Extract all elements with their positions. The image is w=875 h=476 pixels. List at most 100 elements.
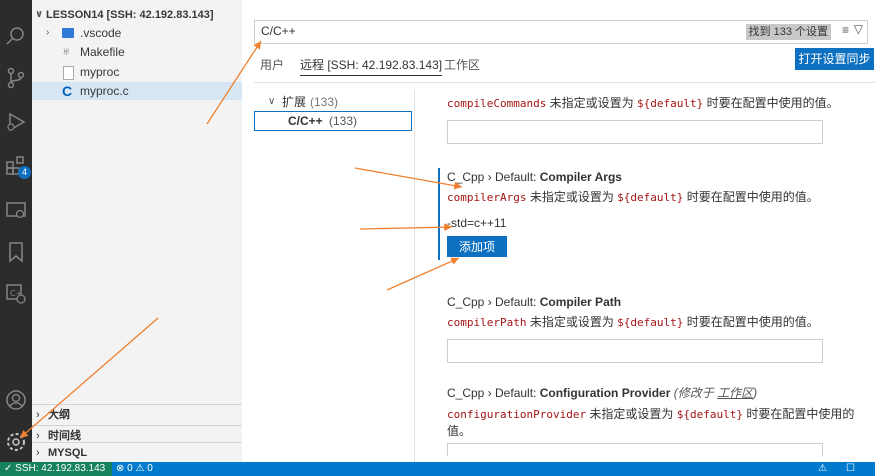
desc-text: 时要在配置中使用的	[742, 407, 855, 421]
setting-category: C_Cpp › Default:	[447, 170, 540, 184]
default-token: ${default}	[617, 316, 684, 329]
remote-label: SSH: 42.192.83.143	[15, 463, 106, 474]
setting-key: compileCommands	[447, 97, 547, 110]
toc-divider	[414, 90, 415, 462]
compile-commands-input[interactable]	[447, 120, 823, 144]
tree-item-myproc-c[interactable]: C myproc.c	[32, 82, 242, 100]
modified-in-note: (修改于 工作区)	[674, 386, 757, 400]
explorer-sidebar: ∨ LESSON14 [SSH: 42.192.83.143] › .vscod…	[32, 0, 242, 462]
desc-text: 未指定或设置为	[546, 96, 638, 110]
clear-filter-icon[interactable]: ≡	[842, 23, 849, 37]
setting-description: configurationProvider 未指定或设置为 ${default}…	[447, 406, 857, 439]
modified-text: (修改于	[673, 386, 718, 400]
tree-item-label: myproc.c	[80, 84, 129, 98]
tree-item-makefile[interactable]: ♅ Makefile	[32, 43, 242, 61]
vscode-folder-icon	[62, 28, 74, 38]
setting-key: compilerArgs	[447, 191, 527, 204]
toc-count: (133)	[310, 95, 339, 109]
section-label: 大纲	[48, 409, 70, 421]
run-debug-icon[interactable]	[4, 110, 28, 134]
desc-text: 时要在配置中使用的值。	[683, 190, 819, 204]
setting-title: C_Cpp › Default: Compiler Path	[447, 295, 857, 309]
setting-name: Compiler Args	[539, 170, 622, 184]
desc-text: 时要在配置中使用的值。	[683, 315, 819, 329]
remote-icon: ✓	[4, 463, 16, 474]
folder-label: LESSON14 [SSH: 42.192.83.143]	[46, 9, 214, 21]
remote-explorer-icon[interactable]	[4, 198, 28, 222]
tab-workspace[interactable]: 工作区	[444, 55, 480, 75]
makefile-icon: ♅	[62, 46, 71, 58]
chevron-down-icon: ∨	[268, 96, 276, 107]
activity-bar: 4 C+	[0, 0, 32, 462]
desc-text: 值。	[447, 424, 472, 438]
outline-section[interactable]: › 大纲	[32, 404, 242, 425]
file-icon	[63, 66, 74, 80]
setting-key: configurationProvider	[447, 408, 587, 421]
tree-item-label: myproc	[80, 65, 120, 79]
feedback-icon[interactable]: ☐	[846, 462, 855, 476]
setting-configuration-provider: C_Cpp › Default: Configuration Provider …	[447, 384, 857, 456]
bookmark-icon[interactable]	[4, 240, 28, 264]
modified-indicator	[438, 168, 440, 260]
default-token: ${default}	[676, 408, 743, 421]
desc-text: 未指定或设置为	[526, 315, 618, 329]
setting-compiler-path: C_Cpp › Default: Compiler Path compilerP…	[447, 295, 857, 363]
workspace-folder[interactable]: ∨ LESSON14 [SSH: 42.192.83.143]	[32, 6, 242, 24]
toc-label: 扩展	[282, 95, 307, 109]
desc-text: 时要在配置中使用的值。	[703, 96, 839, 110]
tree-item-myproc[interactable]: myproc	[32, 63, 242, 81]
toc-extensions[interactable]: ∨ 扩展 (133)	[254, 93, 412, 111]
cpp-extension-icon[interactable]: C+	[4, 282, 28, 306]
chevron-down-icon: ∨	[35, 9, 44, 20]
chevron-right-icon: ›	[46, 27, 50, 38]
toc-cpp[interactable]: C/C++ (133)	[254, 111, 412, 131]
desc-text: 未指定或设置为	[526, 190, 618, 204]
remote-indicator[interactable]: ✓ SSH: 42.192.83.143	[0, 462, 112, 476]
setting-description: compileCommands 未指定或设置为 ${default} 时要在配置…	[447, 95, 857, 112]
setting-category: C_Cpp › Default:	[447, 295, 540, 309]
c-file-icon: C	[62, 83, 73, 99]
section-label: MYSQL	[48, 447, 88, 459]
tree-item-vscode[interactable]: › .vscode	[32, 24, 242, 42]
setting-description: compilerPath 未指定或设置为 ${default} 时要在配置中使用…	[447, 314, 857, 331]
tab-user[interactable]: 用户	[260, 55, 284, 75]
search-query: C/C++	[261, 24, 296, 38]
chevron-right-icon: ›	[36, 409, 40, 421]
compiler-args-list-item[interactable]: -std=c++11	[447, 216, 857, 230]
settings-editor: C/C++ 找到 133 个设置 ≡ ▽ 用户 远程 [SSH: 42.192.…	[242, 0, 875, 462]
toc-count: (133)	[329, 114, 358, 128]
add-item-button[interactable]: 添加项	[447, 236, 508, 257]
configuration-provider-input[interactable]	[447, 443, 823, 456]
setting-name: Compiler Path	[539, 295, 622, 309]
toc-label: C/C++	[288, 114, 323, 128]
setting-name: Configuration Provider	[539, 386, 671, 400]
setting-description: compilerArgs 未指定或设置为 ${default} 时要在配置中使用…	[447, 189, 857, 206]
extensions-icon[interactable]: 4	[4, 154, 31, 179]
mysql-section[interactable]: › MYSQL	[32, 442, 242, 463]
open-settings-sync-button[interactable]: 打开设置同步	[795, 48, 874, 70]
search-icon[interactable]	[4, 24, 28, 48]
workspace-link[interactable]: 工作区	[717, 386, 753, 400]
setting-title: C_Cpp › Default: Configuration Provider …	[447, 384, 857, 401]
setting-key: compilerPath	[447, 316, 527, 329]
setting-compile-commands: compileCommands 未指定或设置为 ${default} 时要在配置…	[447, 95, 857, 144]
problems-indicator[interactable]: ⊗ 0 ⚠ 0	[116, 462, 153, 476]
account-icon[interactable]	[4, 388, 28, 412]
extensions-badge: 4	[18, 166, 31, 179]
source-control-icon[interactable]	[4, 66, 28, 90]
divider	[254, 82, 875, 83]
setting-category: C_Cpp › Default:	[447, 386, 540, 400]
compiler-path-input[interactable]	[447, 339, 823, 363]
notifications-icon[interactable]: ⚠	[818, 462, 827, 476]
default-token: ${default}	[637, 97, 704, 110]
setting-compiler-args: C_Cpp › Default: Compiler Args compilerA…	[447, 170, 857, 257]
filter-icon[interactable]: ▽	[854, 22, 863, 36]
search-result-count: 找到 133 个设置	[745, 24, 831, 40]
gear-icon[interactable]	[4, 430, 28, 454]
tree-item-label: .vscode	[80, 26, 122, 40]
tab-remote[interactable]: 远程 [SSH: 42.192.83.143]	[300, 55, 443, 76]
tree-item-label: Makefile	[80, 45, 125, 59]
desc-text: 未指定或设置为	[586, 407, 677, 421]
settings-search-input[interactable]: C/C++ 找到 133 个设置 ≡ ▽	[254, 20, 868, 44]
status-bar: ✓ SSH: 42.192.83.143 ⊗ 0 ⚠ 0 ⚠ ☐	[0, 462, 875, 476]
